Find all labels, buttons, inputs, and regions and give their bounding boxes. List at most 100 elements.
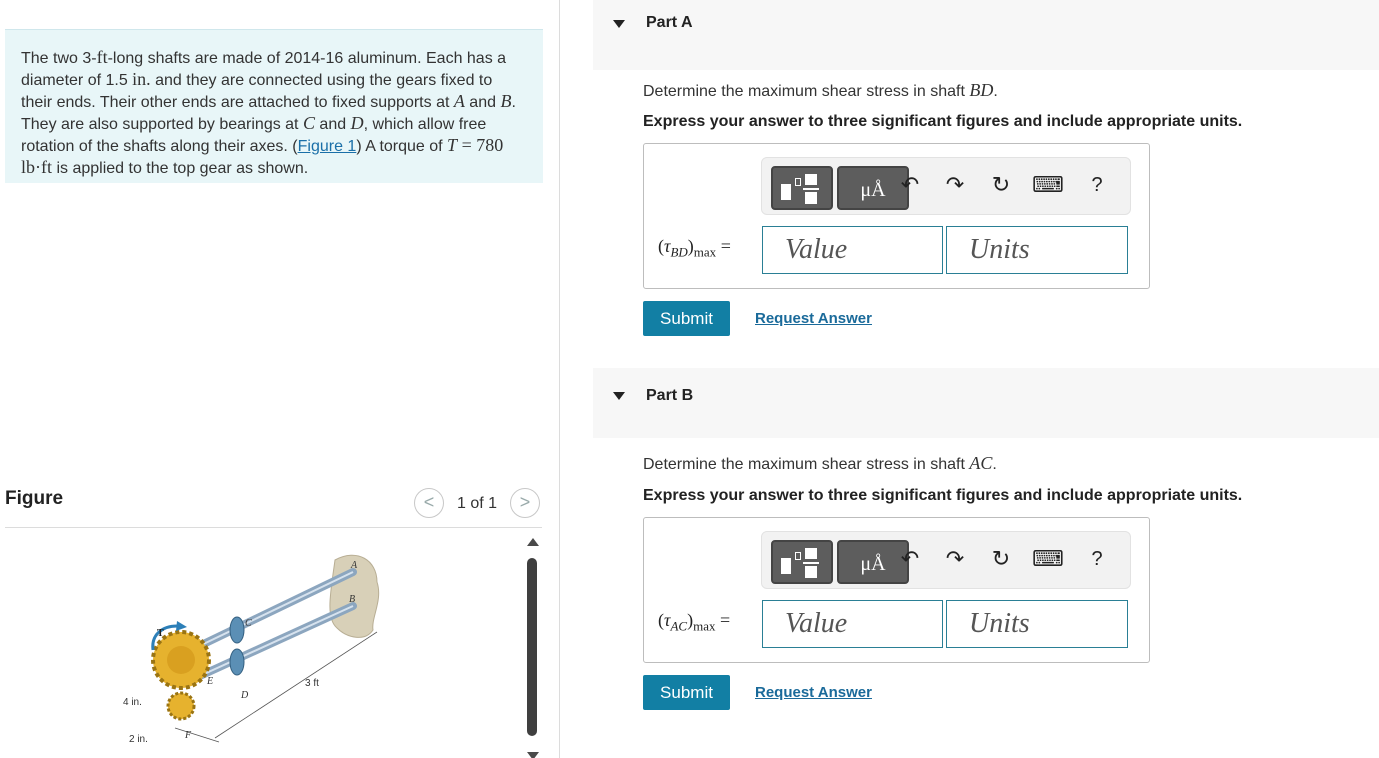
part-a-instruction: Express your answer to three significant…: [643, 113, 1243, 130]
scroll-thumb[interactable]: [527, 558, 537, 736]
label-max: max: [693, 244, 717, 260]
part-b-instruction: Express your answer to three significant…: [643, 487, 1243, 504]
unit-in: in.: [132, 69, 151, 89]
template-glyph: [805, 174, 817, 185]
question-text: .: [993, 83, 998, 100]
answer-label: (τBD)max =: [658, 236, 731, 261]
figure-title: Figure: [5, 488, 64, 509]
math-toolbar: μÅ ↶ ↷ ↻ ⌨ ?: [761, 157, 1131, 215]
symbol-c: C: [302, 113, 315, 133]
template-glyph: [795, 178, 801, 186]
symbol-b: B: [500, 91, 512, 111]
template-glyph: [803, 188, 819, 190]
label-equals: =: [715, 610, 731, 630]
reset-icon[interactable]: ↻: [988, 172, 1014, 198]
part-a-question: Determine the maximum shear stress in sh…: [643, 80, 998, 101]
keyboard-icon[interactable]: ⌨: [1032, 172, 1064, 198]
figure-link[interactable]: Figure 1: [298, 138, 357, 155]
template-glyph: [805, 192, 817, 204]
problem-text: and: [314, 116, 351, 133]
template-glyph: [803, 562, 819, 564]
next-figure-button[interactable]: >: [510, 488, 540, 518]
scroll-down-arrow-icon[interactable]: [527, 752, 539, 758]
help-icon[interactable]: ?: [1084, 548, 1110, 571]
dimension-line: [214, 631, 378, 739]
value-input[interactable]: Value: [762, 226, 943, 274]
part-b-request-answer-link[interactable]: Request Answer: [755, 684, 872, 701]
undo-icon[interactable]: ↶: [897, 172, 923, 198]
problem-text: and: [464, 94, 501, 111]
template-glyph: [795, 552, 801, 560]
collapse-caret-icon[interactable]: [613, 20, 625, 28]
template-glyph: [781, 184, 791, 200]
problem-text: ) A torque of: [356, 138, 448, 155]
value-input[interactable]: Value: [762, 600, 943, 648]
keyboard-icon[interactable]: ⌨: [1032, 546, 1064, 572]
label-t: T: [157, 628, 164, 639]
shaft-symbol: BD: [969, 80, 994, 100]
symbol-t: T: [447, 135, 458, 155]
problem-text: is applied to the top gear as shown.: [52, 160, 309, 177]
label-equals: =: [716, 236, 731, 256]
label-b: B: [349, 594, 355, 605]
templates-button[interactable]: [771, 540, 833, 584]
question-text: .: [992, 456, 997, 473]
label-radius-f: 2 in.: [129, 734, 148, 745]
part-b-title: Part B: [646, 387, 694, 404]
redo-icon[interactable]: ↷: [942, 546, 968, 572]
units-input[interactable]: Units: [946, 226, 1128, 274]
collapse-caret-icon[interactable]: [613, 392, 625, 400]
part-b-submit-button[interactable]: Submit: [643, 675, 730, 710]
units-input[interactable]: Units: [946, 600, 1128, 648]
label-c: C: [245, 618, 252, 629]
label-length: 3 ft: [305, 678, 319, 689]
torque-arrowhead: [176, 621, 187, 631]
problem-statement: The two 3-ft-long shafts are made of 201…: [5, 29, 543, 183]
part-b-header[interactable]: Part B: [593, 368, 1379, 438]
part-b-question: Determine the maximum shear stress in sh…: [643, 453, 997, 474]
figure-scrollbar[interactable]: [526, 538, 539, 758]
dimension-extension: [174, 727, 220, 743]
figure-image: T A B C D E F 3 ft 4 in. 2 in.: [5, 530, 520, 758]
problem-text: The two 3-: [21, 50, 97, 67]
bearing-c: [229, 616, 245, 644]
scroll-up-arrow-icon[interactable]: [527, 538, 539, 546]
redo-icon[interactable]: ↷: [942, 172, 968, 198]
template-glyph: [805, 566, 817, 578]
math-toolbar: μÅ ↶ ↷ ↻ ⌨ ?: [761, 531, 1131, 589]
symbol-a: A: [453, 91, 465, 111]
label-a: A: [350, 560, 358, 571]
part-a-request-answer-link[interactable]: Request Answer: [755, 310, 872, 327]
previous-figure-button[interactable]: <: [414, 488, 444, 518]
torque-unit: lb·ft: [21, 157, 52, 177]
part-a-header[interactable]: Part A: [593, 0, 1379, 70]
unit-ft: ft: [96, 47, 108, 67]
undo-icon[interactable]: ↶: [897, 546, 923, 572]
label-radius-e: 4 in.: [123, 697, 142, 708]
left-pane: The two 3-ft-long shafts are made of 201…: [0, 0, 560, 758]
question-text: Determine the maximum shear stress in sh…: [643, 456, 970, 473]
torque-value: = 780: [457, 135, 504, 155]
gear-f: [166, 691, 196, 721]
label-f: F: [184, 730, 192, 741]
template-glyph: [781, 558, 791, 574]
bearing-d: [229, 648, 245, 676]
part-b-answer-box: μÅ ↶ ↷ ↻ ⌨ ? (τAC)max = Value Units: [643, 517, 1150, 663]
label-subscript: AC: [670, 618, 688, 634]
gear-e-hub: [167, 646, 195, 674]
part-a-answer-box: μÅ ↶ ↷ ↻ ⌨ ? (τBD)max = Value Units: [643, 143, 1150, 289]
template-glyph: [805, 548, 817, 559]
shaft-bd-highlight: [190, 605, 354, 681]
part-a-submit-button[interactable]: Submit: [643, 301, 730, 336]
part-a-title: Part A: [646, 14, 693, 31]
symbol-d: D: [350, 113, 364, 133]
shaft-symbol: AC: [969, 453, 993, 473]
help-icon[interactable]: ?: [1084, 174, 1110, 197]
figure-counter: 1 of 1: [457, 495, 498, 512]
label-subscript: BD: [670, 244, 688, 260]
question-text: Determine the maximum shear stress in sh…: [643, 83, 970, 100]
answer-label: (τAC)max =: [658, 610, 730, 635]
templates-button[interactable]: [771, 166, 833, 210]
label-max: max: [693, 618, 716, 634]
reset-icon[interactable]: ↻: [988, 546, 1014, 572]
